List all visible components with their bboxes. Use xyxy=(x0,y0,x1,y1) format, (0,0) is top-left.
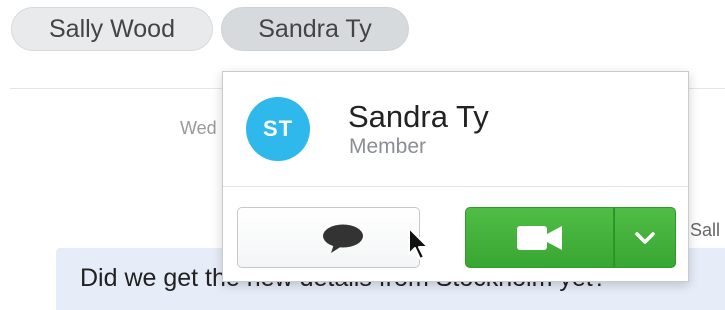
video-camera-icon xyxy=(517,226,563,255)
popover-divider xyxy=(223,186,688,187)
message-date: Wed xyxy=(180,118,217,138)
speech-bubble-icon xyxy=(322,224,364,259)
tab-label: Sally Wood xyxy=(49,15,175,43)
message-sender: Sall xyxy=(690,220,721,240)
call-options-button[interactable] xyxy=(614,207,676,268)
send-message-button[interactable] xyxy=(237,207,420,268)
tab-sally-wood[interactable]: Sally Wood xyxy=(11,7,213,51)
user-role: Member xyxy=(349,135,427,158)
user-name: Sandra Ty xyxy=(348,99,489,134)
chevron-down-icon xyxy=(634,229,656,252)
mouse-cursor-icon xyxy=(407,226,431,267)
tab-label: Sandra Ty xyxy=(258,15,372,43)
avatar[interactable]: ST xyxy=(246,97,310,161)
video-call-button[interactable] xyxy=(465,207,614,268)
tab-sandra-ty[interactable]: Sandra Ty xyxy=(221,7,409,51)
profile-popover: ST Sandra Ty Member xyxy=(222,71,689,282)
